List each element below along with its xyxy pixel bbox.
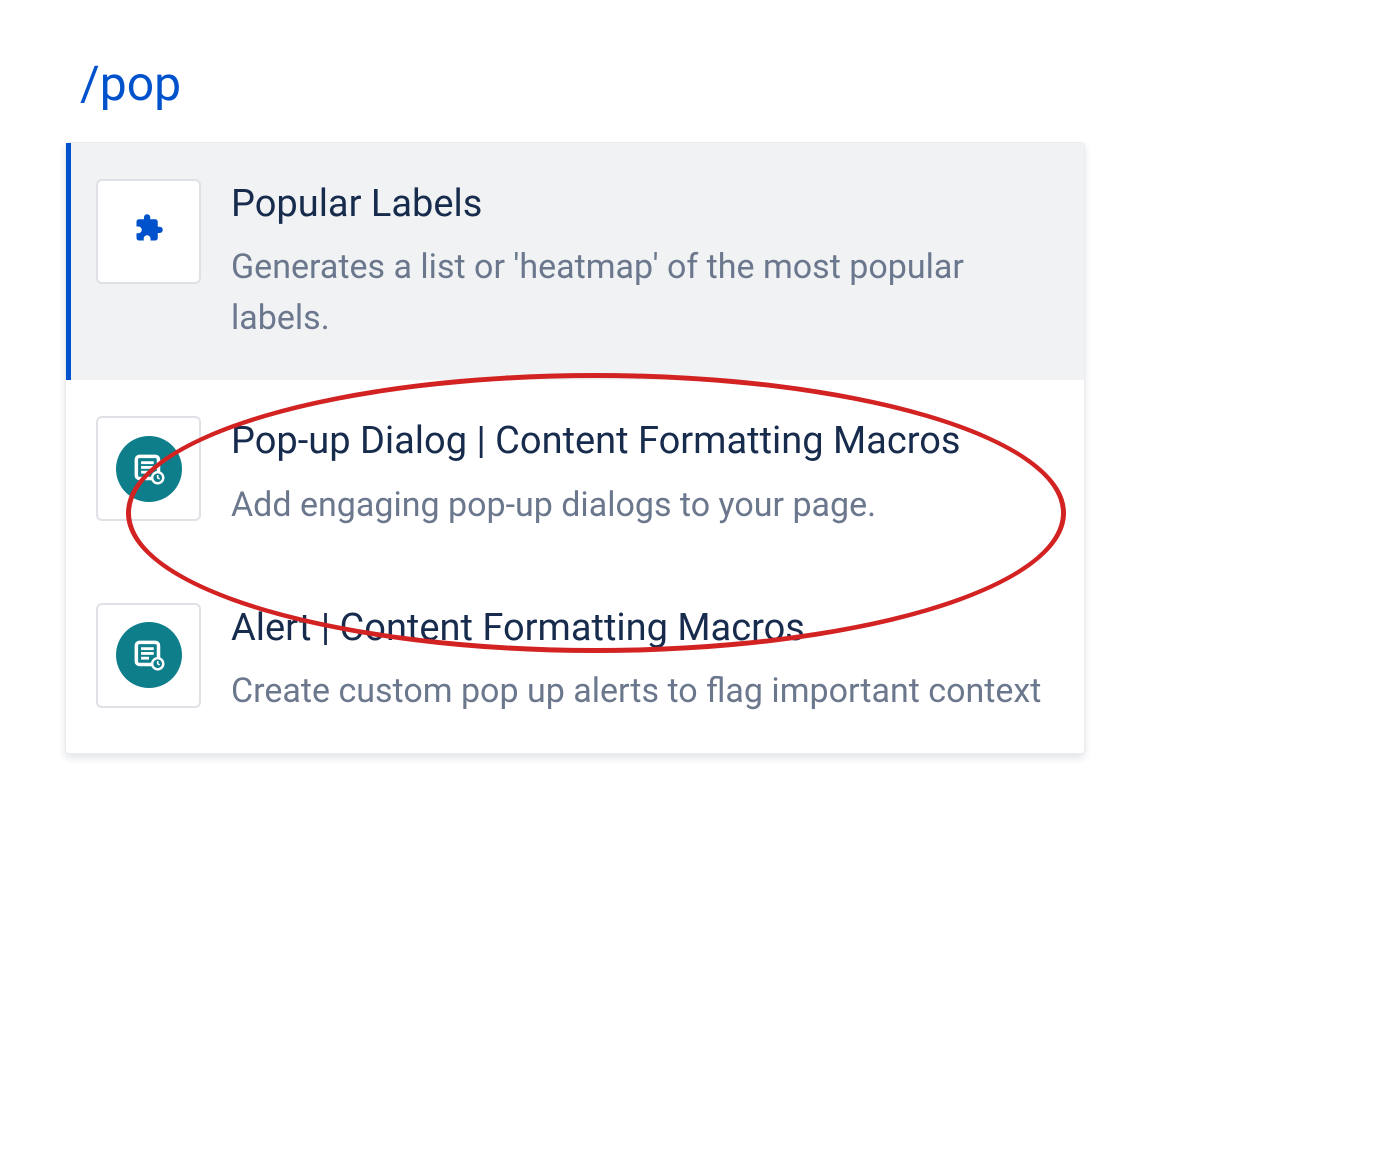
macro-icon-container <box>96 416 201 521</box>
menu-item-title: Popular Labels <box>231 179 1048 230</box>
menu-item-description: Generates a list or 'heatmap' of the mos… <box>231 242 1048 344</box>
macro-icon-container <box>96 179 201 284</box>
content-macro-icon <box>116 622 182 688</box>
macro-icon-container <box>96 603 201 708</box>
menu-item-popular-labels[interactable]: Popular Labels Generates a list or 'heat… <box>66 143 1084 380</box>
macro-suggestions-dropdown: Popular Labels Generates a list or 'heat… <box>65 142 1085 754</box>
menu-item-title: Alert | Content Formatting Macros <box>231 603 1048 654</box>
content-macro-icon <box>116 436 182 502</box>
menu-item-popup-dialog[interactable]: Pop-up Dialog | Content Formatting Macro… <box>66 380 1084 566</box>
slash-command-input[interactable]: /pop <box>65 55 1400 112</box>
menu-item-description: Create custom pop up alerts to flag impo… <box>231 666 1048 717</box>
menu-item-alert[interactable]: Alert | Content Formatting Macros Create… <box>66 567 1084 753</box>
menu-item-title: Pop-up Dialog | Content Formatting Macro… <box>231 416 1048 467</box>
menu-item-description: Add engaging pop-up dialogs to your page… <box>231 480 1048 531</box>
puzzle-piece-icon <box>134 213 164 250</box>
menu-item-text: Popular Labels Generates a list or 'heat… <box>231 179 1048 344</box>
menu-item-text: Pop-up Dialog | Content Formatting Macro… <box>231 416 1048 530</box>
menu-item-text: Alert | Content Formatting Macros Create… <box>231 603 1048 717</box>
